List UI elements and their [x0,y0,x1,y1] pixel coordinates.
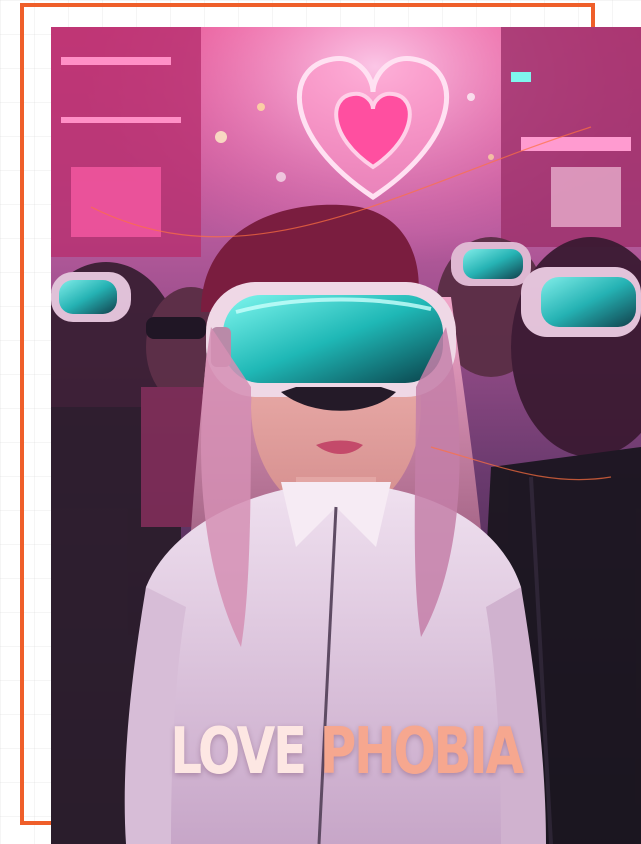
jacket [131,487,541,844]
poster-image: LOVE PHOBIA [51,27,641,844]
poster-title-word-love: LOVE [170,715,307,789]
page: LOVE PHOBIA [0,0,641,844]
poster-title: LOVE PHOBIA [116,720,576,784]
poster-title-word-phobia: PHOBIA [319,715,524,789]
